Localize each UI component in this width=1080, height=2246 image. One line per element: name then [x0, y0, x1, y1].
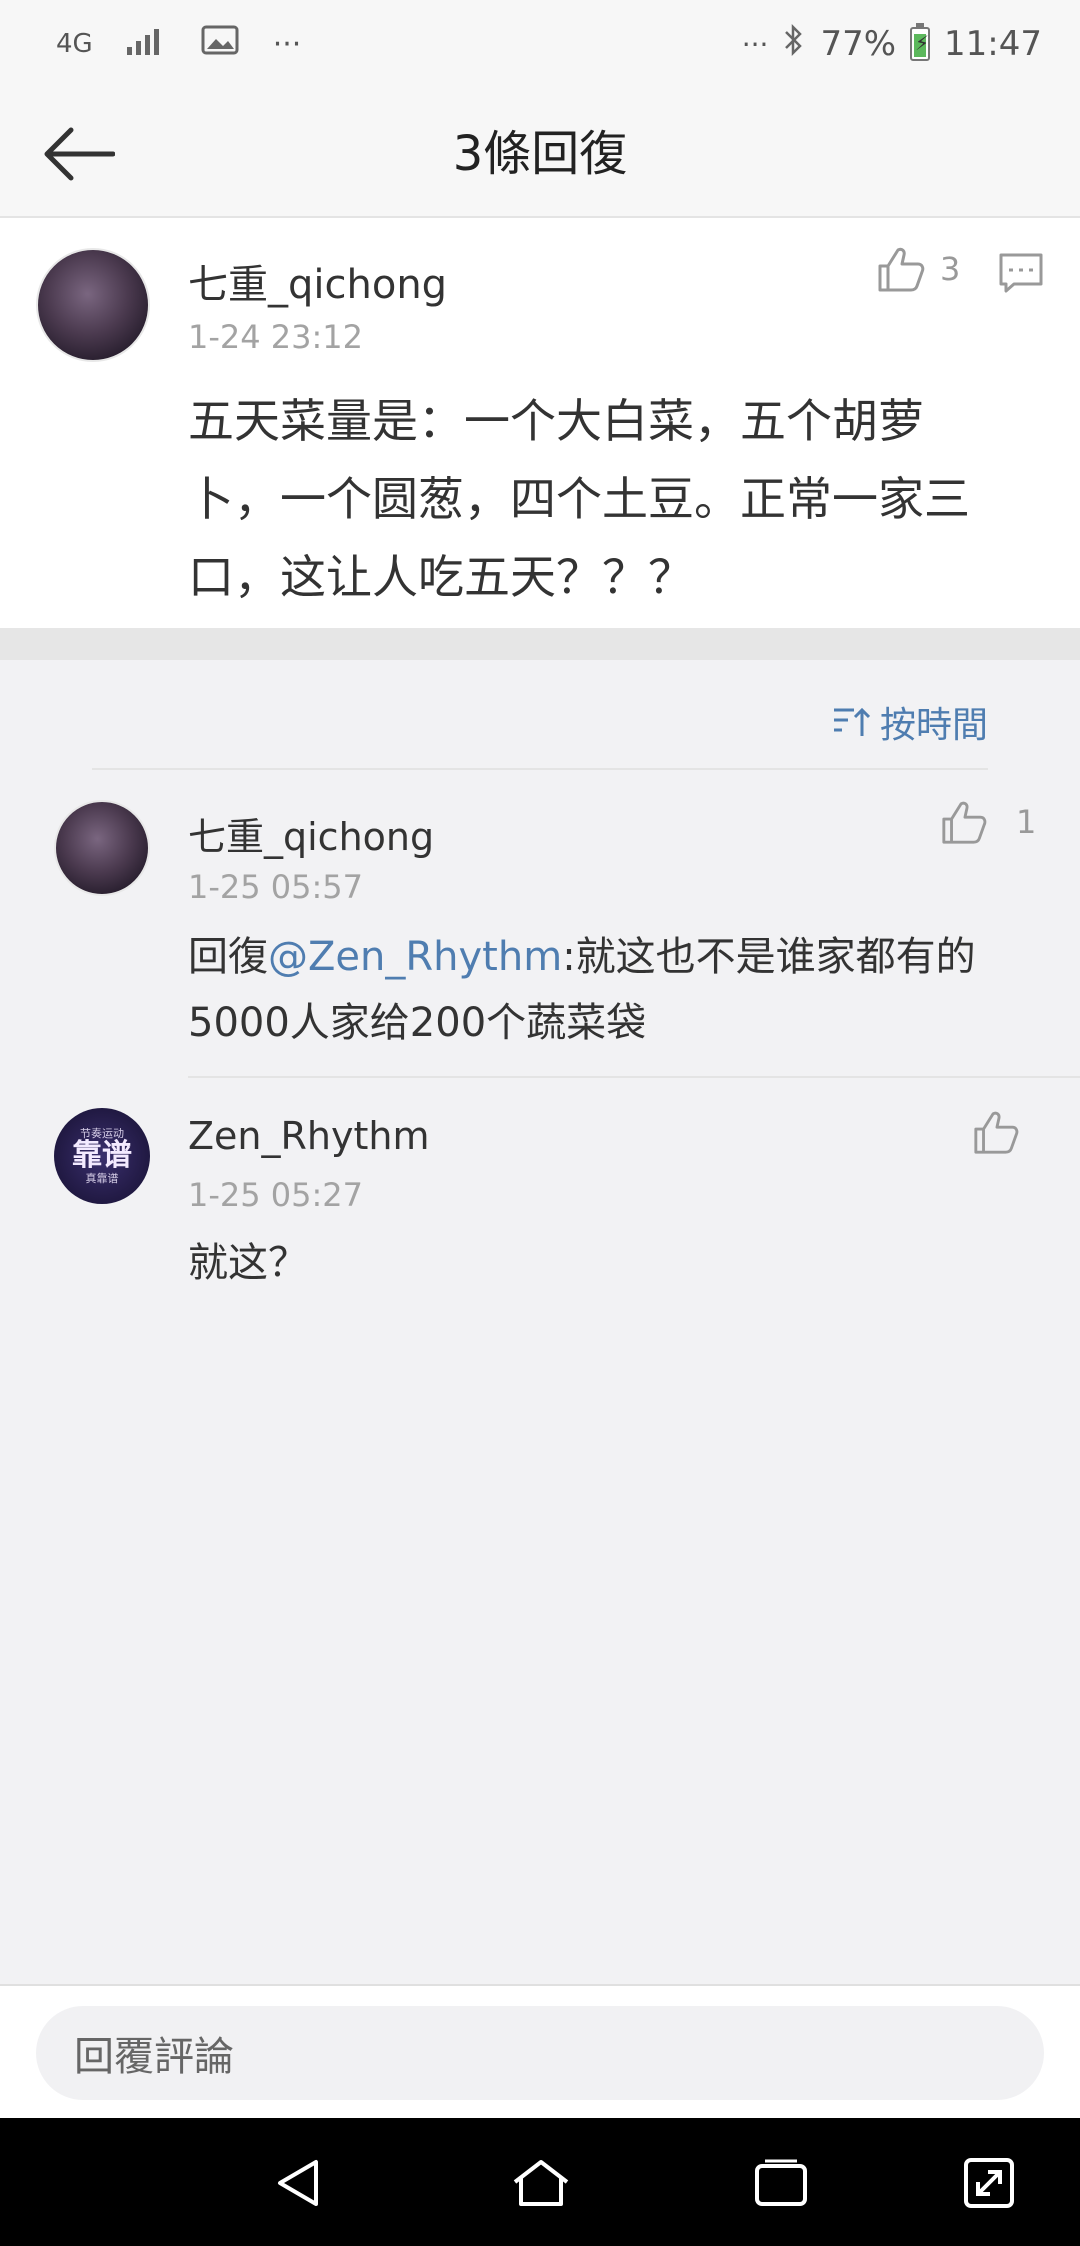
- status-left: 4G ···: [56, 24, 301, 64]
- comment-text: 五天菜量是：一个大白菜，五个胡萝 卜，一个圆葱，四个土豆。正常一家三 口，这让人…: [188, 382, 1048, 616]
- reply-time: 1-25 05:27: [188, 1176, 364, 1214]
- comment-time: 1-24 23:12: [188, 318, 364, 356]
- comment-line: 卜，一个圆葱，四个土豆。正常一家三: [188, 472, 970, 526]
- reply-prefix: 回復: [188, 934, 268, 980]
- avatar-logo-text: 靠谱: [72, 1138, 132, 1173]
- network-indicator: 4G: [56, 29, 93, 59]
- reply-username[interactable]: Zen_Rhythm: [188, 1114, 429, 1158]
- avatar[interactable]: 节奏运动 靠谱 真靠谱: [54, 1108, 150, 1204]
- system-nav-bar: [0, 2118, 1080, 2246]
- nav-recents-icon: [755, 2159, 807, 2206]
- nav-expand-button[interactable]: [954, 2148, 1024, 2218]
- sort-by-time-button[interactable]: 按時間: [832, 696, 988, 748]
- sort-label: 按時間: [879, 705, 988, 746]
- reply-time: 1-25 05:57: [188, 868, 364, 906]
- signal-icon: [126, 25, 167, 63]
- reply-composer: 回覆評論: [0, 1984, 1080, 2118]
- title-bar: 3條回復: [0, 90, 1080, 218]
- nav-back-icon: [278, 2160, 318, 2206]
- nav-home-icon: [513, 2160, 569, 2206]
- thumbs-up-icon: [942, 801, 987, 844]
- clock: 11:47: [944, 24, 1042, 64]
- reply-line-2: 5000人家给200个蔬菜袋: [188, 1000, 647, 1046]
- reply-input[interactable]: 回覆評論: [36, 2006, 1044, 2100]
- like-count: 1: [1016, 803, 1037, 841]
- expand-icon: [964, 2158, 1014, 2208]
- reply-item: 节奏运动 靠谱 真靠谱 Zen_Rhythm 1-25 05:27 就这？: [0, 1078, 1080, 1318]
- gallery-icon: [201, 25, 239, 63]
- like-button[interactable]: [972, 1108, 1020, 1156]
- reply-text: 回復@Zen_Rhythm:就这也不是谁家都有的 5000人家给200个蔬菜袋: [188, 924, 1048, 1056]
- thumbs-up-icon: [878, 247, 925, 292]
- mention-link[interactable]: @Zen_Rhythm: [268, 934, 562, 980]
- like-button[interactable]: 3: [876, 244, 960, 294]
- battery-percent: 77%: [820, 24, 897, 64]
- avatar-logo-bottom: 真靠谱: [85, 1172, 119, 1185]
- section-divider: [0, 628, 1080, 660]
- avatar[interactable]: [54, 800, 150, 896]
- like-count: 3: [940, 250, 961, 288]
- avatar[interactable]: [36, 248, 150, 362]
- status-bar: 4G ··· ··· 77% ⚡ 11:47: [0, 0, 1080, 90]
- reply-username[interactable]: 七重_qichong: [188, 806, 434, 861]
- thumbs-up-icon: [974, 1111, 1019, 1154]
- nav-home-button[interactable]: [506, 2148, 576, 2218]
- more-notifications-icon: ···: [272, 26, 302, 62]
- reply-text: 就这？: [188, 1240, 308, 1286]
- reply-line-1: 回復@Zen_Rhythm:就这也不是谁家都有的: [188, 924, 1048, 990]
- reply-text-part: :就这也不是谁家都有的: [562, 934, 976, 980]
- comment-icon: [999, 253, 1043, 293]
- main-comment: 七重_qichong 1-24 23:12 3 五天菜量是：一个大白菜，五个胡萝…: [0, 218, 1080, 628]
- like-button[interactable]: 1: [940, 798, 1036, 846]
- comment-button[interactable]: [998, 252, 1044, 298]
- comment-line: 口，这让人吃五天？？？: [188, 550, 694, 604]
- comment-line: 五天菜量是：一个大白菜，五个胡萝: [188, 394, 924, 448]
- nav-back-button[interactable]: [264, 2148, 334, 2218]
- bluetooth-icon: [782, 22, 806, 67]
- status-right: ··· 77% ⚡ 11:47: [741, 22, 1042, 67]
- avatar-logo-top: 节奏运动: [80, 1127, 124, 1140]
- sort-icon: [833, 707, 870, 736]
- battery-icon: ⚡: [910, 23, 931, 61]
- page-title: 3條回復: [452, 126, 628, 182]
- more-status-icon: ···: [741, 27, 769, 61]
- nav-recents-button[interactable]: [746, 2148, 816, 2218]
- reply-item: 七重_qichong 1-25 05:57 1 回復@Zen_Rhythm:就这…: [0, 770, 1080, 1076]
- comment-username[interactable]: 七重_qichong: [188, 252, 447, 310]
